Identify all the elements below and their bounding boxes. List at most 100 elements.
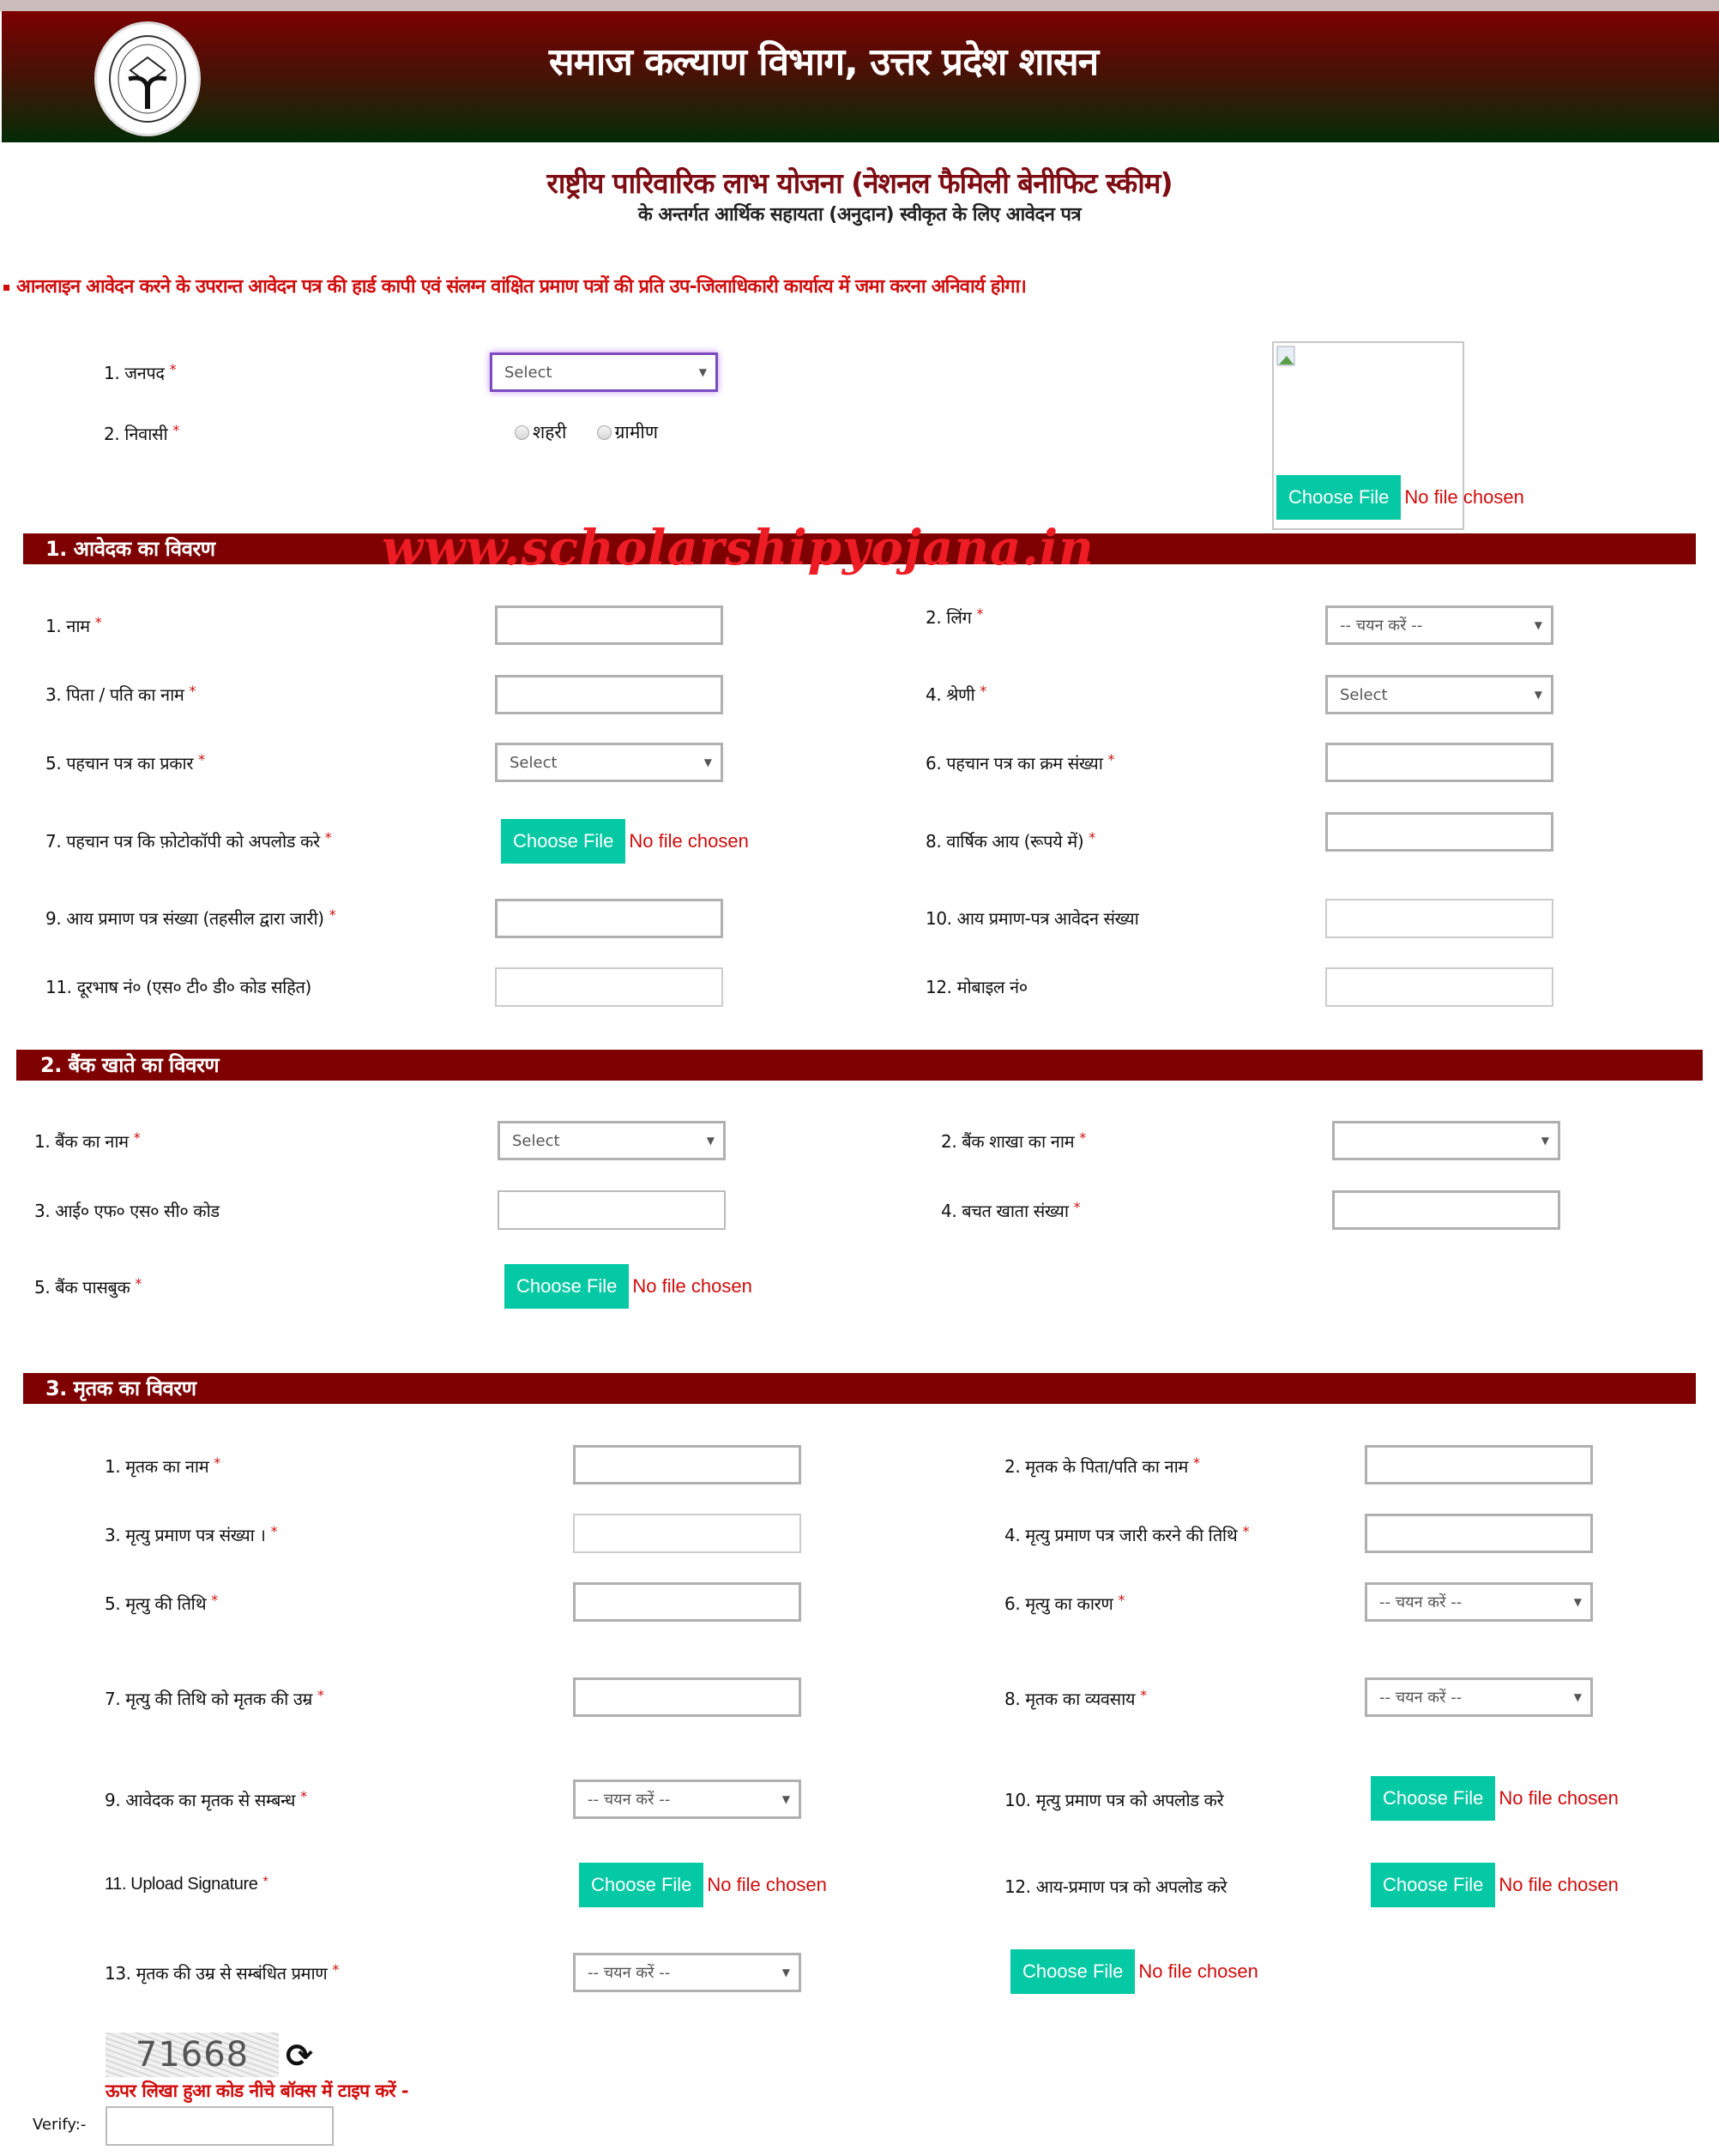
choose-file-button[interactable]: Choose File <box>579 1863 704 1907</box>
department-title: समाज कल्याण विभाग, उत्तर प्रदेश शासन <box>548 40 1099 84</box>
category-select[interactable]: Select ▼ <box>1325 675 1553 714</box>
name-label: 1. नाम * <box>45 614 102 636</box>
id-upload-label: 7. पहचान पत्र कि फ़ोटोकॉपी को अपलोड करे * <box>45 829 332 852</box>
income-cert-no-label: 9. आय प्रमाण पत्र संख्या (तहसील द्वारा ज… <box>45 906 336 929</box>
occupation-label: 8. मृतक का व्यवसाय * <box>1004 1687 1147 1709</box>
mobile-label: 12. मोबाइल नं० <box>926 977 1028 997</box>
death-date-input[interactable] <box>573 1582 801 1622</box>
signature-file-input[interactable]: Choose File No file chosen <box>579 1863 827 1907</box>
age-proof-select-value: -- चयन करें -- <box>588 1964 671 1982</box>
gender-select-value: -- चयन करें -- <box>1340 617 1423 635</box>
occupation-select[interactable]: -- चयन करें -- ▼ <box>1365 1677 1593 1717</box>
ifsc-input[interactable] <box>498 1190 726 1230</box>
mobile-input[interactable] <box>1325 967 1553 1007</box>
age-proof-label: 13. मृतक की उम्र से सम्बंधित प्रमाण * <box>105 1961 339 1984</box>
broken-image-icon <box>1276 346 1295 366</box>
file-status: No file chosen <box>632 1275 752 1297</box>
chevron-down-icon: ▼ <box>1541 1135 1549 1147</box>
passbook-file-input[interactable]: Choose File No file chosen <box>504 1264 752 1309</box>
id-number-input[interactable] <box>1325 743 1553 782</box>
branch-name-select[interactable]: ▼ <box>1332 1121 1560 1160</box>
section-bank-header: 2. बैंक खाते का विवरण <box>16 1050 1703 1081</box>
account-no-input[interactable] <box>1332 1190 1560 1230</box>
death-cert-date-label: 4. मृत्यु प्रमाण पत्र जारी करने की तिथि * <box>1004 1523 1250 1545</box>
choose-file-button[interactable]: Choose File <box>1276 475 1402 520</box>
death-cert-no-input[interactable] <box>573 1514 801 1553</box>
age-at-death-label: 7. मृत्यु की तिथि को मृतक की उम्र * <box>105 1687 324 1709</box>
watermark: www.scholarshipyojana.in <box>382 520 1095 576</box>
district-select[interactable]: Select ▼ <box>490 352 718 392</box>
chevron-down-icon: ▼ <box>706 1135 715 1147</box>
file-status: No file chosen <box>1499 1874 1619 1895</box>
scheme-subtitle: के अन्तर्गत आर्थिक सहायता (अनुदान) स्वीक… <box>637 204 1082 226</box>
income-cert-upload-label: 12. आय-प्रमाण पत्र को अपलोड करे <box>1004 1876 1227 1897</box>
death-cause-select-value: -- चयन करें -- <box>1379 1593 1463 1611</box>
choose-file-button[interactable]: Choose File <box>1010 1949 1136 1994</box>
signature-label: 11. Upload Signature * <box>105 1875 268 1894</box>
income-cert-app-no-input[interactable] <box>1325 899 1553 938</box>
category-label: 4. श्रेणी * <box>926 683 986 705</box>
age-proof-file-input[interactable]: Choose File No file chosen <box>1010 1949 1258 1994</box>
file-status: No file chosen <box>1499 1787 1619 1809</box>
notice-message: आनलाइन आवेदन करने के उपरान्त आवेदन पत्र … <box>16 276 1027 298</box>
ifsc-label: 3. आई० एफ० एस० सी० कोड <box>34 1201 220 1221</box>
death-cert-file-input[interactable]: Choose File No file chosen <box>1371 1776 1619 1821</box>
relation-select-value: -- चयन करें -- <box>588 1791 671 1809</box>
radio-icon <box>515 425 529 440</box>
chevron-down-icon: ▼ <box>781 1966 790 1978</box>
bank-name-label: 1. बैंक का नाम * <box>34 1129 141 1152</box>
refresh-icon[interactable]: ⟳ <box>286 2037 313 2075</box>
captcha-hint: ऊपर लिखा हुआ कोड नीचे बॉक्स में टाइप करे… <box>106 2081 409 2101</box>
deceased-name-label: 1. मृतक का नाम * <box>105 1454 220 1477</box>
age-at-death-input[interactable] <box>573 1677 801 1717</box>
photo-file-input[interactable]: Choose File No file chosen <box>1276 475 1524 520</box>
income-cert-app-no-label: 10. आय प्रमाण-पत्र आवेदन संख्या <box>926 908 1139 929</box>
up-emblem-icon <box>94 21 201 136</box>
verify-input[interactable] <box>106 2106 334 2146</box>
choose-file-button[interactable]: Choose File <box>1371 1776 1496 1821</box>
income-cert-file-input[interactable]: Choose File No file chosen <box>1371 1863 1619 1907</box>
phone-input[interactable] <box>495 967 723 1007</box>
phone-label: 11. दूरभाष नं० (एस० टी० डी० कोड सहित) <box>45 977 311 997</box>
gender-label: 2. लिंग * <box>926 605 984 628</box>
file-status: No file chosen <box>1138 1960 1258 1982</box>
relation-select[interactable]: -- चयन करें -- ▼ <box>573 1780 801 1819</box>
file-status: No file chosen <box>707 1874 827 1895</box>
income-cert-no-input[interactable] <box>495 899 723 938</box>
deceased-name-input[interactable] <box>573 1445 801 1485</box>
choose-file-button[interactable]: Choose File <box>501 819 626 864</box>
section-title: 3. मृतक का विवरण <box>45 1376 196 1400</box>
section-deceased-header: 3. मृतक का विवरण <box>23 1373 1696 1404</box>
account-no-label: 4. बचत खाता संख्या * <box>941 1199 1081 1221</box>
death-cert-no-label: 3. मृत्यु प्रमाण पत्र संख्या । * <box>105 1523 278 1545</box>
captcha-image: 71668 <box>106 2033 279 2077</box>
deceased-father-label: 2. मृतक के पिता/पति का नाम * <box>1004 1454 1200 1477</box>
annual-income-input[interactable] <box>1325 812 1553 852</box>
name-input[interactable] <box>495 605 723 645</box>
death-cert-date-input[interactable] <box>1365 1514 1593 1553</box>
id-type-select-value: Select <box>510 753 558 772</box>
branch-name-label: 2. बैंक शाखा का नाम * <box>941 1129 1086 1152</box>
age-proof-select[interactable]: -- चयन करें -- ▼ <box>573 1953 801 1992</box>
chevron-down-icon: ▼ <box>698 366 707 378</box>
gender-select[interactable]: -- चयन करें -- ▼ <box>1325 605 1553 645</box>
residence-label: 2. निवासी * <box>104 422 179 444</box>
deceased-father-input[interactable] <box>1365 1445 1593 1485</box>
radio-urban[interactable]: शहरी <box>515 420 566 444</box>
bank-name-select[interactable]: Select ▼ <box>498 1121 726 1160</box>
choose-file-button[interactable]: Choose File <box>504 1264 630 1309</box>
death-cause-label: 6. मृत्यु का कारण * <box>1004 1592 1125 1614</box>
top-strip <box>0 0 1719 11</box>
choose-file-button[interactable]: Choose File <box>1371 1863 1496 1907</box>
annual-income-label: 8. वार्षिक आय (रूपये में) * <box>926 829 1095 852</box>
chevron-down-icon: ▼ <box>1534 619 1542 631</box>
category-select-value: Select <box>1340 685 1388 704</box>
chevron-down-icon: ▼ <box>703 756 712 768</box>
father-name-input[interactable] <box>495 675 723 714</box>
notice-text: आनलाइन आवेदन करने के उपरान्त आवेदन पत्र … <box>3 273 1256 298</box>
radio-rural[interactable]: ग्रामीण <box>596 420 658 444</box>
father-name-label: 3. पिता / पति का नाम * <box>45 683 196 705</box>
id-upload-file-input[interactable]: Choose File No file chosen <box>501 819 749 864</box>
id-type-select[interactable]: Select ▼ <box>495 743 723 782</box>
death-cause-select[interactable]: -- चयन करें -- ▼ <box>1365 1582 1593 1622</box>
